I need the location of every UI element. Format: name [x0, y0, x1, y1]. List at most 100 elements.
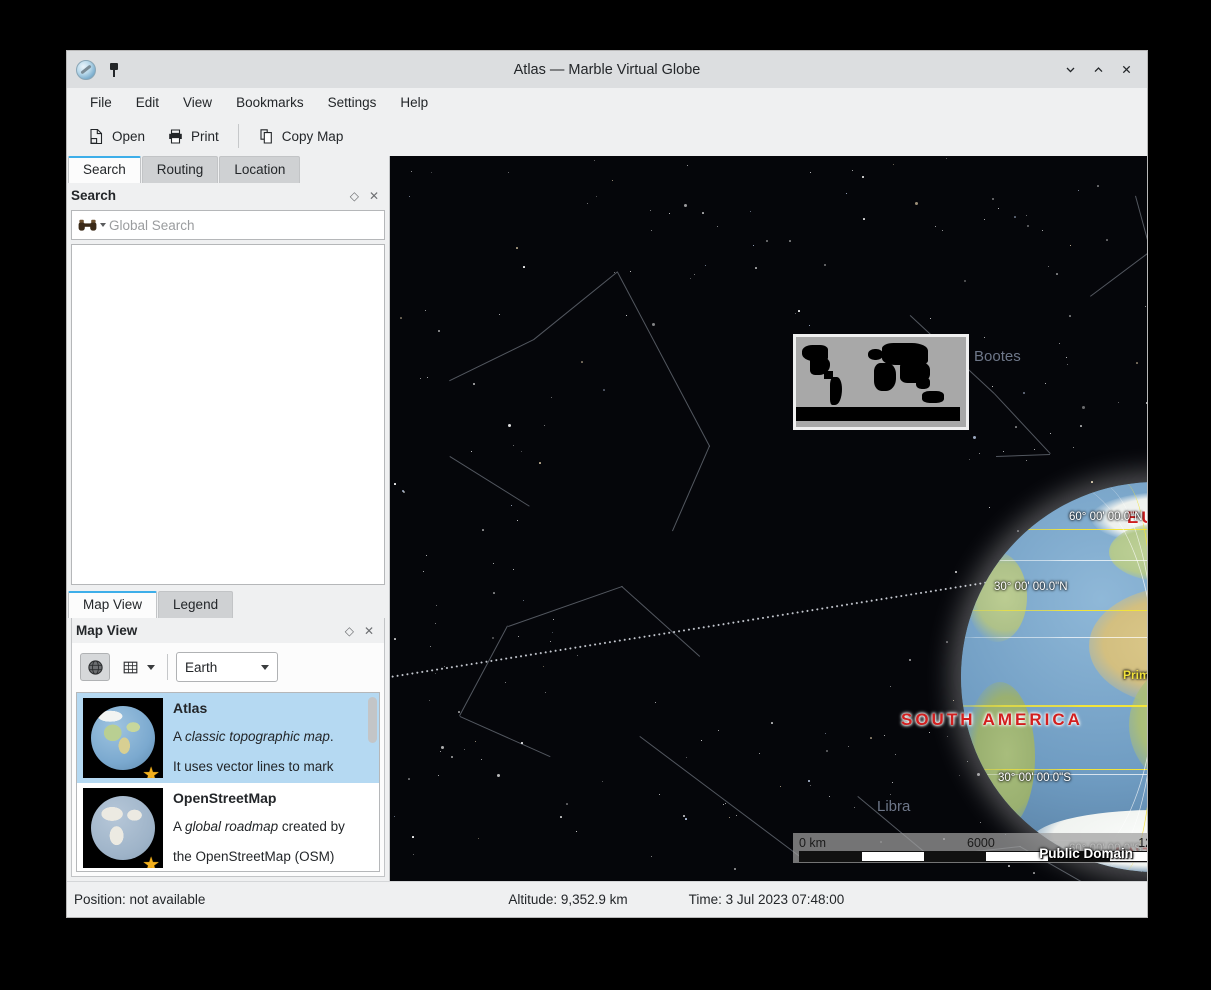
map-theme-list[interactable]: Atlas A classic topographic map. It uses… [76, 692, 380, 872]
tab-routing[interactable]: Routing [142, 156, 219, 183]
search-input-wrapper[interactable]: Global Search [71, 210, 385, 240]
status-bar: Position: not available Altitude: 9,352.… [67, 881, 1147, 917]
theme-name: Atlas [173, 700, 373, 716]
theme-desc-part-3: . [330, 729, 334, 744]
theme-list-scrollbar[interactable] [368, 697, 377, 743]
status-time: Time: 3 Jul 2023 07:48:00 [689, 892, 845, 907]
theme-desc-part-1: A [173, 729, 185, 744]
grid-chevron-down-icon[interactable] [147, 665, 155, 670]
menu-item-settings[interactable]: Settings [317, 91, 388, 114]
status-altitude: Altitude: 9,352.9 km [508, 892, 627, 907]
menu-item-file[interactable]: File [79, 91, 123, 114]
search-dock-actions: ◇ ✕ [350, 190, 383, 202]
marble-globe-icon [76, 60, 96, 80]
float-icon[interactable]: ◇ [345, 625, 354, 637]
grid-icon [122, 659, 139, 676]
print-button-label: Print [191, 129, 219, 144]
status-position: Position: not available [67, 892, 205, 907]
search-dock-header: Search ◇ ✕ [67, 183, 389, 208]
open-button-label: Open [112, 129, 145, 144]
tab-map-view[interactable]: Map View [68, 591, 157, 618]
map-view-dock-actions: ◇ ✕ [345, 625, 378, 637]
map-attribution: Public Domain [1039, 846, 1133, 861]
theme-desc-part-3: created by [278, 819, 345, 834]
map-view-controls: Earth [72, 643, 384, 692]
list-item[interactable]: OpenStreetMap A global roadmap created b… [77, 783, 379, 872]
search-input[interactable]: Global Search [109, 218, 195, 233]
menu-item-bookmarks[interactable]: Bookmarks [225, 91, 315, 114]
theme-description-line2: It uses vector lines to mark [173, 757, 373, 778]
scale-bar-middle: 6000 [967, 836, 995, 850]
prime-meridian-label: Prime Meridian [1123, 668, 1147, 682]
map-view-dock-header: Map View ◇ ✕ [72, 618, 384, 643]
open-button[interactable]: Open [79, 123, 154, 150]
sidebar-top-tabs: Search Routing Location [67, 156, 389, 183]
grid-label-60n: 60° 00' 00.0"N [1069, 511, 1143, 523]
celestial-body-value: Earth [185, 660, 217, 675]
window-controls [1057, 57, 1147, 83]
menu-item-edit[interactable]: Edit [125, 91, 170, 114]
theme-desc-emphasis: global roadmap [185, 819, 278, 834]
tab-location[interactable]: Location [219, 156, 300, 183]
chevron-down-icon [261, 665, 269, 670]
search-dock-title: Search [71, 188, 116, 203]
tab-search[interactable]: Search [68, 156, 141, 183]
overview-map[interactable] [793, 334, 969, 430]
theme-desc-emphasis: classic topographic map [185, 729, 330, 744]
theme-info: Atlas A classic topographic map. It uses… [173, 698, 373, 778]
marble-main-window: Atlas — Marble Virtual Globe File Edit V… [66, 50, 1148, 918]
projection-globe-button[interactable] [80, 653, 110, 681]
constellation-label-bootes: Bootes [974, 348, 1021, 365]
search-scope-chevron-down-icon[interactable] [100, 223, 106, 227]
theme-description-line2: the OpenStreetMap (OSM) [173, 847, 373, 868]
printer-icon [167, 128, 184, 145]
menu-item-view[interactable]: View [172, 91, 223, 114]
maximize-icon[interactable] [1085, 57, 1111, 83]
scale-bar-end: 12000 [1138, 836, 1147, 850]
theme-name: OpenStreetMap [173, 790, 373, 806]
theme-thumbnail [83, 698, 163, 778]
close-icon[interactable]: ✕ [364, 625, 374, 637]
constellation-label-libra: Libra [877, 798, 910, 815]
pin-icon[interactable] [106, 62, 122, 78]
theme-thumbnail [83, 788, 163, 868]
theme-desc-part-1: A [173, 819, 185, 834]
theme-description: A global roadmap created by the OpenStre… [173, 817, 373, 868]
theme-info: OpenStreetMap A global roadmap created b… [173, 788, 373, 868]
copy-icon [258, 128, 275, 145]
binoculars-icon [78, 219, 97, 232]
window-title: Atlas — Marble Virtual Globe [67, 62, 1147, 78]
tab-legend[interactable]: Legend [158, 591, 233, 618]
grid-label-30s: 30° 00' 00.0"S [998, 772, 1071, 784]
toolbar-separator [238, 124, 239, 148]
main-body: Search Routing Location Search ◇ ✕ [67, 156, 1147, 881]
map-view-dock-title: Map View [76, 623, 137, 638]
close-icon[interactable] [1113, 57, 1139, 83]
tool-bar: Open Print Copy Map [67, 116, 1147, 156]
copy-map-button-label: Copy Map [282, 129, 344, 144]
scale-bar-start: 0 km [799, 836, 826, 850]
float-icon[interactable]: ◇ [350, 190, 359, 202]
list-item[interactable]: Atlas A classic topographic map. It uses… [77, 693, 379, 783]
menu-bar: File Edit View Bookmarks Settings Help [67, 88, 1147, 116]
map-view-controls-separator [167, 654, 168, 680]
globe-projection-icon [87, 659, 104, 676]
print-button[interactable]: Print [158, 123, 228, 150]
map-view-panel: Map View ◇ ✕ [71, 618, 385, 877]
grid-label-30n: 30° 00' 00.0"N [994, 581, 1068, 593]
close-icon[interactable]: ✕ [369, 190, 379, 202]
map-canvas[interactable]: Bootes Libra Crater Corvus Antlia [390, 156, 1147, 881]
title-bar: Atlas — Marble Virtual Globe [67, 51, 1147, 88]
overview-map-inner [796, 337, 966, 427]
title-bar-left-icons [67, 60, 122, 80]
open-file-icon [88, 128, 105, 145]
copy-map-button[interactable]: Copy Map [249, 123, 353, 150]
left-sidebar: Search Routing Location Search ◇ ✕ [67, 156, 390, 881]
search-results-list[interactable] [71, 244, 385, 585]
minimize-icon[interactable] [1057, 57, 1083, 83]
celestial-body-select[interactable]: Earth [176, 652, 278, 682]
map-grid-button[interactable] [118, 654, 159, 680]
theme-description: A classic topographic map. It uses vecto… [173, 727, 373, 778]
menu-item-help[interactable]: Help [389, 91, 439, 114]
continent-label-south-america: SOUTH AMERICA [901, 710, 1083, 730]
